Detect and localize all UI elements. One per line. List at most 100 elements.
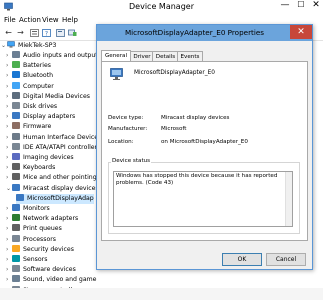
tree-item-label: IDE ATA/ATAPI controllers	[23, 143, 98, 151]
device-category-icon	[12, 71, 20, 79]
tree-category[interactable]: › Network adapters	[6, 214, 78, 224]
device-category-icon	[12, 234, 20, 242]
tree-category[interactable]: › Disk drives	[6, 102, 57, 112]
device-category-icon	[12, 204, 20, 211]
manufacturer-label: Manufacturer:	[108, 126, 148, 132]
tree-item-label: Disk drives	[23, 103, 58, 110]
tree-category[interactable]: › Keyboards	[6, 163, 55, 173]
device-category-icon	[12, 265, 20, 273]
tree-item-label: Software devices	[23, 266, 76, 274]
device-type-value: Miracast display devices	[161, 115, 230, 121]
tree-item-label: Monitors	[23, 205, 50, 212]
ok-button[interactable]: OK	[222, 253, 262, 266]
help-icon[interactable]: ?	[42, 29, 51, 38]
device-category-icon	[12, 163, 20, 171]
device-category-icon	[12, 153, 20, 160]
title-bar: Device Manager — ☐ ✕	[0, 0, 323, 14]
tree-root-label: MiekTek-SP3	[18, 42, 57, 49]
tree-category[interactable]: › Bluetooth	[6, 71, 53, 81]
device-category-icon	[12, 81, 20, 89]
tree-item-label: Display adapters	[23, 113, 76, 121]
menu-action[interactable]: Action	[19, 16, 41, 24]
device-category-icon	[12, 122, 20, 130]
svg-text:?: ?	[45, 31, 48, 38]
dialog-title: MicrosoftDisplayAdapter_E0 Properties	[124, 28, 265, 37]
device-status-group: Device status Windows has stopped this d…	[108, 158, 300, 234]
tree-category[interactable]: › Software devices	[6, 265, 76, 275]
tree-item-label: Sensors	[23, 256, 48, 263]
device-status-text[interactable]: Windows has stopped this device because …	[113, 171, 293, 227]
device-category-icon	[12, 224, 20, 232]
device-status-message: Windows has stopped this device because …	[116, 173, 278, 186]
device-category-icon	[12, 275, 20, 283]
tree-item-label: Miracast display devices	[23, 184, 98, 192]
device-category-icon	[12, 183, 20, 191]
computer-icon	[7, 41, 15, 48]
tree-category[interactable]: › Sound, video and game	[6, 275, 96, 285]
device-category-icon	[12, 51, 20, 58]
tree-item-label: Processors	[23, 235, 57, 243]
tree-category[interactable]: › Batteries	[6, 61, 51, 71]
tree-category[interactable]: › Sensors	[6, 255, 47, 265]
tab-strip: General Driver Details Events	[101, 50, 306, 62]
device-category-icon	[16, 193, 24, 201]
tree-category[interactable]: › Processors	[6, 234, 57, 245]
tree-category[interactable]: › Monitors	[6, 204, 50, 214]
tree-item-label: Audio inputs and outputs	[23, 52, 98, 59]
cancel-button[interactable]: Cancel	[266, 253, 306, 266]
window-title: Device Manager	[129, 2, 194, 11]
tree-item-label: Batteries	[23, 62, 51, 70]
dialog-title-bar: MicrosoftDisplayAdapter_E0 Properties ✕	[97, 25, 312, 41]
menu-file[interactable]: File	[4, 16, 16, 24]
maximize-button[interactable]: ☐	[295, 0, 307, 12]
tree-category[interactable]: › Digital Media Devices	[6, 91, 90, 102]
device-name: MicrosoftDisplayAdapter_E0	[134, 70, 215, 76]
menu-view[interactable]: View	[42, 16, 59, 24]
tree-category[interactable]: › Mice and other pointing	[6, 173, 97, 183]
taskbar	[0, 288, 323, 300]
device-tree: ⌄ MiekTek-SP3 › Audio inputs and outputs › B…	[0, 41, 98, 300]
status-scrollbar[interactable]	[285, 172, 292, 226]
device-category-icon	[12, 214, 20, 222]
tree-item-label: Imaging devices	[23, 154, 74, 161]
tree-category[interactable]: ⌄ Miracast display devices	[6, 183, 98, 194]
minimize-button[interactable]: —	[279, 0, 291, 12]
tree-item-label: Mice and other pointing	[23, 174, 97, 182]
device-category-icon	[12, 91, 20, 99]
tree-category[interactable]: › Computer	[6, 81, 54, 92]
location-label: Location:	[108, 139, 134, 145]
tree-item-label: Print queues	[23, 225, 62, 233]
properties-dialog: MicrosoftDisplayAdapter_E0 Properties ✕ …	[96, 24, 313, 270]
tree-item-label: Network adapters	[23, 215, 79, 223]
tree-category[interactable]: › IDE ATA/ATAPI controllers	[6, 142, 98, 153]
device-category-icon	[12, 173, 20, 181]
tree-category[interactable]: › Security devices	[6, 244, 74, 255]
tree-category[interactable]: › Imaging devices	[6, 153, 74, 163]
back-icon[interactable]: ←	[4, 29, 13, 37]
tree-item-label: Bluetooth	[23, 72, 54, 80]
properties-icon[interactable]	[56, 29, 65, 37]
menu-help[interactable]: Help	[62, 16, 78, 24]
tree-item-label: Firmware	[23, 123, 52, 131]
scan-hardware-icon[interactable]	[68, 29, 77, 37]
tree-item-label: Security devices	[23, 245, 74, 253]
tree-category[interactable]: › Display adapters	[6, 112, 75, 122]
tree-category[interactable]: › Firmware	[6, 122, 51, 132]
tree-item-label: Computer	[23, 82, 54, 90]
tree-item-label: Digital Media Devices	[23, 92, 90, 100]
device-status-legend: Device status	[111, 158, 152, 164]
tree-item-label: Sound, video and game	[23, 276, 97, 284]
forward-icon[interactable]: →	[16, 29, 25, 37]
close-button[interactable]: ✕	[309, 0, 323, 12]
device-type-label: Device type:	[108, 115, 144, 121]
manufacturer-value: Microsoft	[161, 126, 187, 132]
tree-category[interactable]: › Print queues	[6, 224, 62, 234]
tree-category[interactable]: › Human Interface Devices	[6, 132, 98, 143]
device-list-icon[interactable]	[30, 29, 39, 37]
general-panel: MicrosoftDisplayAdapter_E0 Device type: …	[101, 61, 308, 241]
tree-child-item[interactable]: MicrosoftDisplayAdap	[16, 193, 94, 204]
tree-root[interactable]: ⌄ MiekTek-SP3	[1, 41, 56, 51]
dialog-close-button[interactable]: ✕	[290, 25, 312, 39]
tree-category[interactable]: › Audio inputs and outputs	[6, 51, 98, 61]
display-adapter-icon	[110, 68, 123, 80]
